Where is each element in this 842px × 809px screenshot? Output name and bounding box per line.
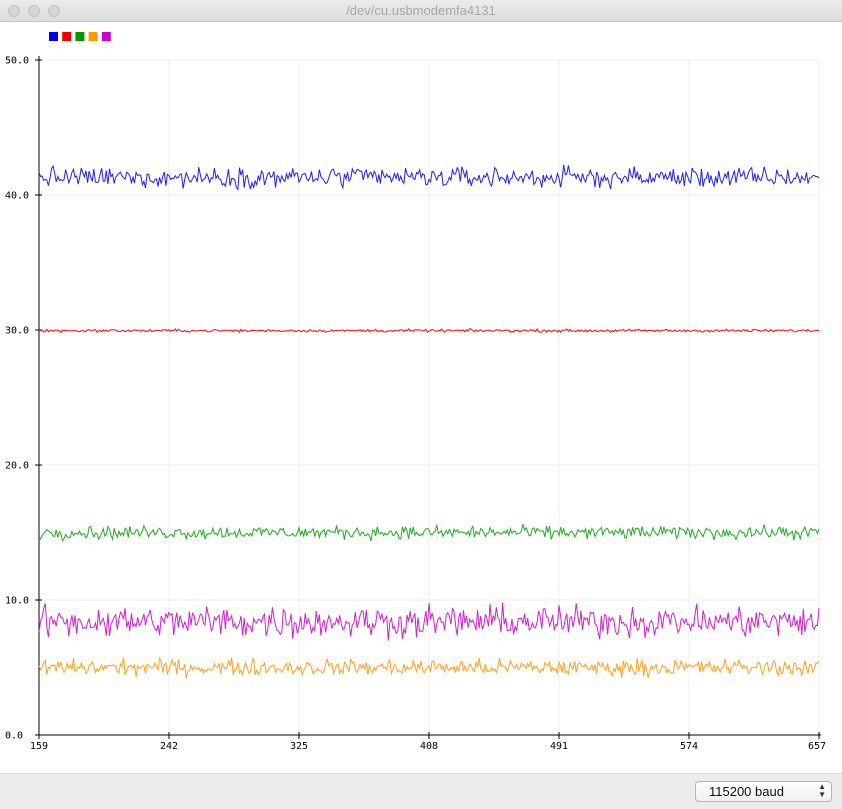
chevron-up-down-icon: ▲ ▼ — [818, 782, 826, 799]
legend-swatch — [62, 32, 72, 41]
y-tick-label: 20.0 — [5, 461, 29, 472]
x-tick-label: 325 — [290, 741, 308, 752]
line-chart: 0.0 10.0 20.0 30.0 40.0 50.0 159 242 325 408 491 57… — [5, 32, 826, 752]
window-title: /dev/cu.usbmodemfa4131 — [346, 3, 496, 18]
window-titlebar: /dev/cu.usbmodemfa4131 — [0, 0, 842, 22]
x-tick-label: 159 — [30, 741, 48, 752]
legend-swatch — [88, 32, 98, 41]
legend-swatch — [75, 32, 85, 41]
legend-swatch — [101, 32, 111, 41]
y-tick-label: 30.0 — [5, 326, 29, 337]
y-tick-label: 40.0 — [5, 191, 29, 202]
serial-plotter-area: 0.0 10.0 20.0 30.0 40.0 50.0 159 242 325 408 491 57… — [0, 22, 842, 773]
legend-swatch — [49, 32, 58, 41]
x-tick-label: 574 — [680, 741, 698, 752]
status-bar: 115200 baud ▲ ▼ — [0, 773, 842, 809]
x-tick-label: 491 — [550, 741, 568, 752]
x-tick-label: 242 — [160, 741, 178, 752]
baud-rate-select[interactable]: 115200 baud ▲ ▼ — [695, 781, 832, 802]
y-tick-label: 50.0 — [5, 56, 29, 67]
x-tick-label: 408 — [420, 741, 438, 752]
x-tick-label: 657 — [808, 741, 826, 752]
y-tick-label: 10.0 — [5, 596, 29, 607]
y-tick-label: 0.0 — [5, 731, 23, 742]
baud-rate-label: 115200 baud — [709, 784, 784, 799]
